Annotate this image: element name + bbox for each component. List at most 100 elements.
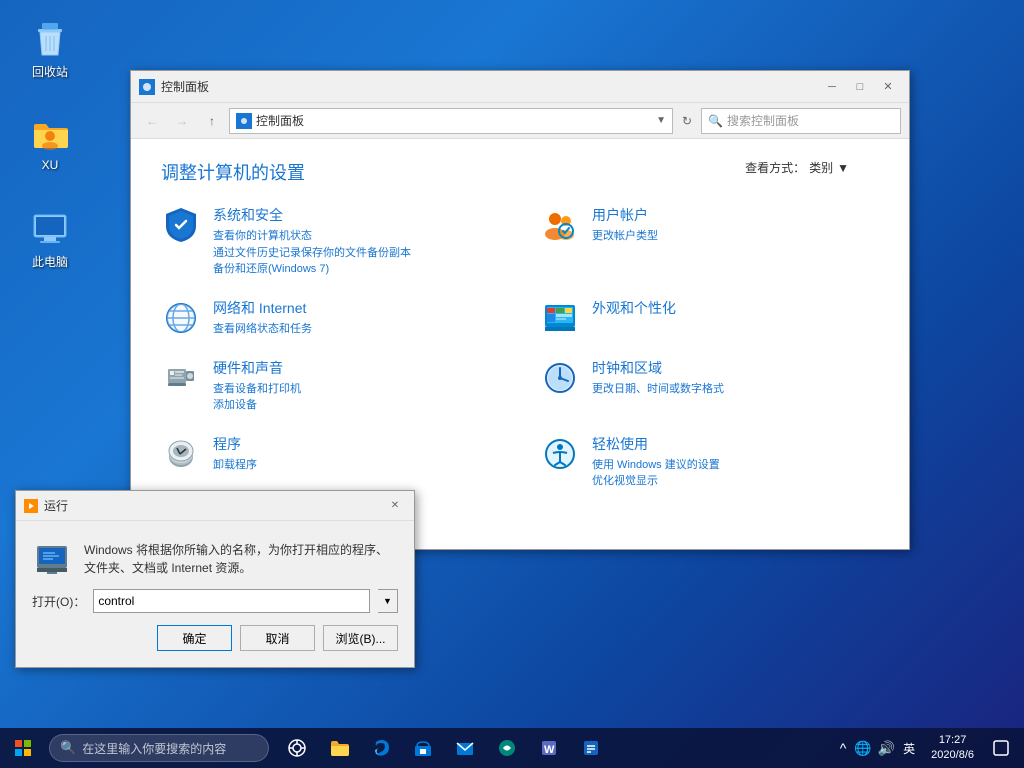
navigation-bar: ← → ↑ 控制面板 ▼ ↻ 🔍 搜索控制面板	[131, 103, 909, 139]
recycle-bin-icon[interactable]: 回收站	[15, 15, 85, 84]
run-input-row: 打开(O)： ▼	[32, 589, 398, 613]
run-buttons: 确定 取消 浏览(B)...	[32, 625, 398, 651]
ease-content: 轻松使用 使用 Windows 建议的设置 优化视觉显示	[592, 434, 720, 490]
start-button[interactable]	[0, 728, 45, 768]
cp-item-user[interactable]: 用户帐户 更改帐户类型	[540, 205, 879, 278]
tray-lang-icon[interactable]: 英	[899, 740, 919, 757]
taskbar-search[interactable]: 🔍 在这里输入你要搜索的内容	[49, 734, 269, 762]
taskbar-app2[interactable]: W	[529, 728, 569, 768]
system-security-desc: 查看你的计算机状态 通过文件历史记录保存你的文件备份副本 备份和还原(Windo…	[213, 228, 411, 278]
clock-desc: 更改日期、时间或数字格式	[592, 381, 724, 398]
cp-item-ease[interactable]: 轻松使用 使用 Windows 建议的设置 优化视觉显示	[540, 434, 879, 490]
user-accounts-content: 用户帐户 更改帐户类型	[592, 205, 658, 245]
minimize-button[interactable]: ─	[819, 77, 845, 97]
search-icon: 🔍	[708, 114, 723, 128]
my-computer-image	[30, 209, 70, 249]
window-title-text: 控制面板	[161, 78, 819, 95]
address-dropdown-icon[interactable]: ▼	[656, 115, 666, 126]
run-input-dropdown[interactable]: ▼	[378, 589, 398, 613]
taskbar-app3[interactable]	[571, 728, 611, 768]
my-computer-label: 此电脑	[32, 253, 68, 270]
user-folder-label: XU	[42, 158, 59, 172]
ease-desc: 使用 Windows 建议的设置 优化视觉显示	[592, 457, 720, 490]
user-accounts-link-1[interactable]: 更改帐户类型	[592, 228, 658, 245]
taskbar-task-view[interactable]	[277, 728, 317, 768]
system-security-link-3[interactable]: 备份和还原(Windows 7)	[213, 261, 411, 278]
hardware-desc: 查看设备和打印机 添加设备	[213, 381, 301, 414]
cp-item-network[interactable]: 网络和 Internet 查看网络状态和任务	[161, 298, 500, 338]
forward-button[interactable]: →	[169, 108, 195, 134]
taskbar-search-text: 在这里输入你要搜索的内容	[82, 740, 226, 757]
taskbar-mail[interactable]	[445, 728, 485, 768]
svg-text:W: W	[544, 744, 555, 756]
clock-link-1[interactable]: 更改日期、时间或数字格式	[592, 381, 724, 398]
run-close-button[interactable]: ✕	[384, 497, 406, 515]
search-bar[interactable]: 🔍 搜索控制面板	[701, 108, 901, 134]
hardware-link-2[interactable]: 添加设备	[213, 397, 301, 414]
system-security-content: 系统和安全 查看你的计算机状态 通过文件历史记录保存你的文件备份副本 备份和还原…	[213, 205, 411, 278]
taskbar-search-icon: 🔍	[60, 740, 76, 756]
control-panel-window: 控制面板 ─ □ ✕ ← → ↑ 控制面板 ▼ ↻ 🔍 搜索控制面板	[130, 70, 910, 550]
clock-title[interactable]: 时钟和区域	[592, 358, 724, 378]
ease-of-access-icon	[540, 434, 580, 474]
view-mode-value: 类别	[809, 159, 833, 176]
run-description: Windows 将根据你所输入的名称，为你打开相应的程序、文件夹、文档或 Int…	[32, 537, 398, 577]
run-browse-button[interactable]: 浏览(B)...	[323, 625, 398, 651]
taskbar-edge[interactable]	[361, 728, 401, 768]
programs-title[interactable]: 程序	[213, 434, 257, 454]
notification-button[interactable]	[986, 728, 1016, 768]
close-button[interactable]: ✕	[875, 77, 901, 97]
content-area: 调整计算机的设置 查看方式： 类别 ▼ 系统和安全	[131, 139, 909, 549]
hardware-link-1[interactable]: 查看设备和打印机	[213, 381, 301, 398]
taskbar-file-explorer[interactable]	[319, 728, 359, 768]
refresh-button[interactable]: ↻	[677, 111, 697, 131]
system-security-title[interactable]: 系统和安全	[213, 205, 411, 225]
cp-item-programs[interactable]: 程序 卸载程序	[161, 434, 500, 490]
system-security-link-1[interactable]: 查看你的计算机状态	[213, 228, 411, 245]
tray-volume-icon[interactable]: 🔊	[876, 740, 897, 757]
system-security-icon	[161, 205, 201, 245]
network-link-1[interactable]: 查看网络状态和任务	[213, 321, 312, 338]
run-cancel-button[interactable]: 取消	[240, 625, 315, 651]
cp-item-hardware[interactable]: 硬件和声音 查看设备和打印机 添加设备	[161, 358, 500, 414]
hardware-title[interactable]: 硬件和声音	[213, 358, 301, 378]
run-ok-button[interactable]: 确定	[157, 625, 232, 651]
programs-link-1[interactable]: 卸载程序	[213, 457, 257, 474]
appearance-icon	[540, 298, 580, 338]
system-security-link-2[interactable]: 通过文件历史记录保存你的文件备份副本	[213, 245, 411, 262]
ease-title[interactable]: 轻松使用	[592, 434, 720, 454]
clock-area[interactable]: 17:27 2020/8/6	[923, 733, 982, 764]
taskbar: 🔍 在这里输入你要搜索的内容	[0, 728, 1024, 768]
cp-title-icon	[139, 79, 155, 95]
run-dialog-icon	[32, 537, 72, 577]
maximize-button[interactable]: □	[847, 77, 873, 97]
user-accounts-title[interactable]: 用户帐户	[592, 205, 658, 225]
appearance-title[interactable]: 外观和个性化	[592, 298, 676, 318]
address-bar[interactable]: 控制面板 ▼	[229, 108, 673, 134]
user-folder-image	[30, 114, 70, 154]
view-mode-selector[interactable]: 查看方式： 类别 ▼	[745, 159, 849, 176]
run-title-text: 运行	[44, 497, 384, 514]
taskbar-store[interactable]	[403, 728, 443, 768]
cp-item-appearance[interactable]: 外观和个性化	[540, 298, 879, 338]
clock-content: 时钟和区域 更改日期、时间或数字格式	[592, 358, 724, 398]
cp-item-clock[interactable]: 时钟和区域 更改日期、时间或数字格式	[540, 358, 879, 414]
taskbar-app1[interactable]	[487, 728, 527, 768]
clock-icon	[540, 358, 580, 398]
user-accounts-desc: 更改帐户类型	[592, 228, 658, 245]
ease-link-1[interactable]: 使用 Windows 建议的设置	[592, 457, 720, 474]
programs-desc: 卸载程序	[213, 457, 257, 474]
run-input-field[interactable]	[93, 589, 370, 613]
back-button[interactable]: ←	[139, 108, 165, 134]
tray-icons: 🌐 🔊 英	[852, 740, 919, 757]
tray-up-arrow[interactable]: ^	[838, 740, 849, 756]
user-folder-icon[interactable]: XU	[15, 110, 85, 176]
cp-item-system[interactable]: 系统和安全 查看你的计算机状态 通过文件历史记录保存你的文件备份副本 备份和还原…	[161, 205, 500, 278]
system-tray: ^ 🌐 🔊 英	[838, 740, 919, 757]
taskbar-right: ^ 🌐 🔊 英 17:27 2020/8/6	[838, 728, 1024, 768]
up-button[interactable]: ↑	[199, 108, 225, 134]
network-title[interactable]: 网络和 Internet	[213, 298, 312, 318]
my-computer-icon[interactable]: 此电脑	[15, 205, 85, 274]
ease-link-2[interactable]: 优化视觉显示	[592, 473, 720, 490]
tray-network-icon[interactable]: 🌐	[852, 740, 873, 757]
